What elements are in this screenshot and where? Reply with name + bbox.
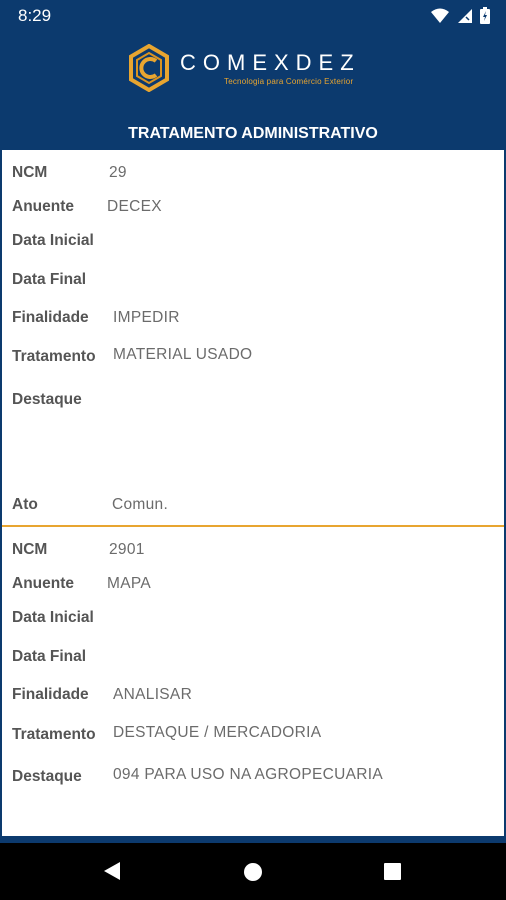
record-divider bbox=[2, 525, 504, 527]
brand-name: COMEXDEZ bbox=[180, 50, 361, 75]
tratamento-value: MATERIAL USADO bbox=[113, 346, 253, 363]
field-ncm: NCM 2901 bbox=[2, 541, 504, 567]
status-time: 8:29 bbox=[18, 6, 52, 25]
app-header: COMEXDEZ Tecnologia para Comércio Exteri… bbox=[0, 32, 506, 150]
finalidade-label: Finalidade bbox=[12, 686, 89, 703]
recents-icon[interactable] bbox=[383, 862, 402, 881]
battery-icon bbox=[480, 7, 490, 24]
field-finalidade: Finalidade ANALISAR bbox=[2, 686, 504, 712]
back-icon[interactable] bbox=[102, 860, 122, 882]
field-anuente: Anuente MAPA bbox=[2, 575, 504, 601]
records-list[interactable]: NCM 29 Anuente DECEX Data Inicial Data F… bbox=[2, 150, 504, 836]
anuente-value: DECEX bbox=[107, 198, 162, 215]
finalidade-label: Finalidade bbox=[12, 309, 89, 326]
field-destaque: Destaque bbox=[2, 391, 504, 417]
system-nav-bar bbox=[0, 843, 506, 900]
data-final-label: Data Final bbox=[12, 648, 87, 665]
finalidade-value: ANALISAR bbox=[113, 686, 193, 703]
field-destaque: Destaque 094 PARA USO NA AGROPECUARIA bbox=[2, 766, 504, 792]
status-bar: 8:29 bbox=[0, 0, 506, 32]
brand-logo: COMEXDEZ Tecnologia para Comércio Exteri… bbox=[128, 44, 388, 94]
finalidade-value: IMPEDIR bbox=[113, 309, 180, 326]
home-icon[interactable] bbox=[243, 862, 263, 882]
status-icons bbox=[431, 7, 490, 24]
ncm-value: 29 bbox=[109, 164, 127, 181]
anuente-label: Anuente bbox=[12, 198, 74, 215]
data-inicial-label: Data Inicial bbox=[12, 232, 94, 249]
field-tratamento: Tratamento MATERIAL USADO bbox=[2, 346, 504, 372]
brand-tagline: Tecnologia para Comércio Exterior bbox=[224, 77, 354, 86]
field-tratamento: Tratamento DESTAQUE / MERCADORIA bbox=[2, 724, 504, 750]
ato-value: Comun. bbox=[112, 496, 169, 513]
field-finalidade: Finalidade IMPEDIR bbox=[2, 309, 504, 335]
field-data-final: Data Final bbox=[2, 648, 504, 674]
tratamento-label: Tratamento bbox=[12, 348, 96, 365]
destaque-value: 094 PARA USO NA AGROPECUARIA bbox=[113, 766, 383, 783]
destaque-label: Destaque bbox=[12, 391, 82, 408]
ncm-label: NCM bbox=[12, 541, 48, 558]
page-title: TRATAMENTO ADMINISTRATIVO bbox=[128, 125, 378, 142]
ncm-value: 2901 bbox=[109, 541, 145, 558]
brand-logo-icon bbox=[129, 44, 169, 92]
tratamento-value: DESTAQUE / MERCADORIA bbox=[113, 724, 322, 741]
field-data-inicial: Data Inicial bbox=[2, 609, 504, 635]
signal-icon bbox=[458, 8, 472, 23]
field-ncm: NCM 29 bbox=[2, 164, 504, 190]
destaque-label: Destaque bbox=[12, 768, 82, 785]
data-inicial-label: Data Inicial bbox=[12, 609, 94, 626]
data-final-label: Data Final bbox=[12, 271, 87, 288]
ato-label: Ato bbox=[12, 496, 38, 513]
wifi-icon bbox=[431, 8, 449, 23]
ncm-label: NCM bbox=[12, 164, 48, 181]
tratamento-label: Tratamento bbox=[12, 726, 96, 743]
field-data-inicial: Data Inicial bbox=[2, 232, 504, 258]
anuente-label: Anuente bbox=[12, 575, 74, 592]
field-anuente: Anuente DECEX bbox=[2, 198, 504, 224]
field-ato: Ato Comun. bbox=[2, 496, 504, 522]
field-data-final: Data Final bbox=[2, 271, 504, 297]
anuente-value: MAPA bbox=[107, 575, 151, 592]
